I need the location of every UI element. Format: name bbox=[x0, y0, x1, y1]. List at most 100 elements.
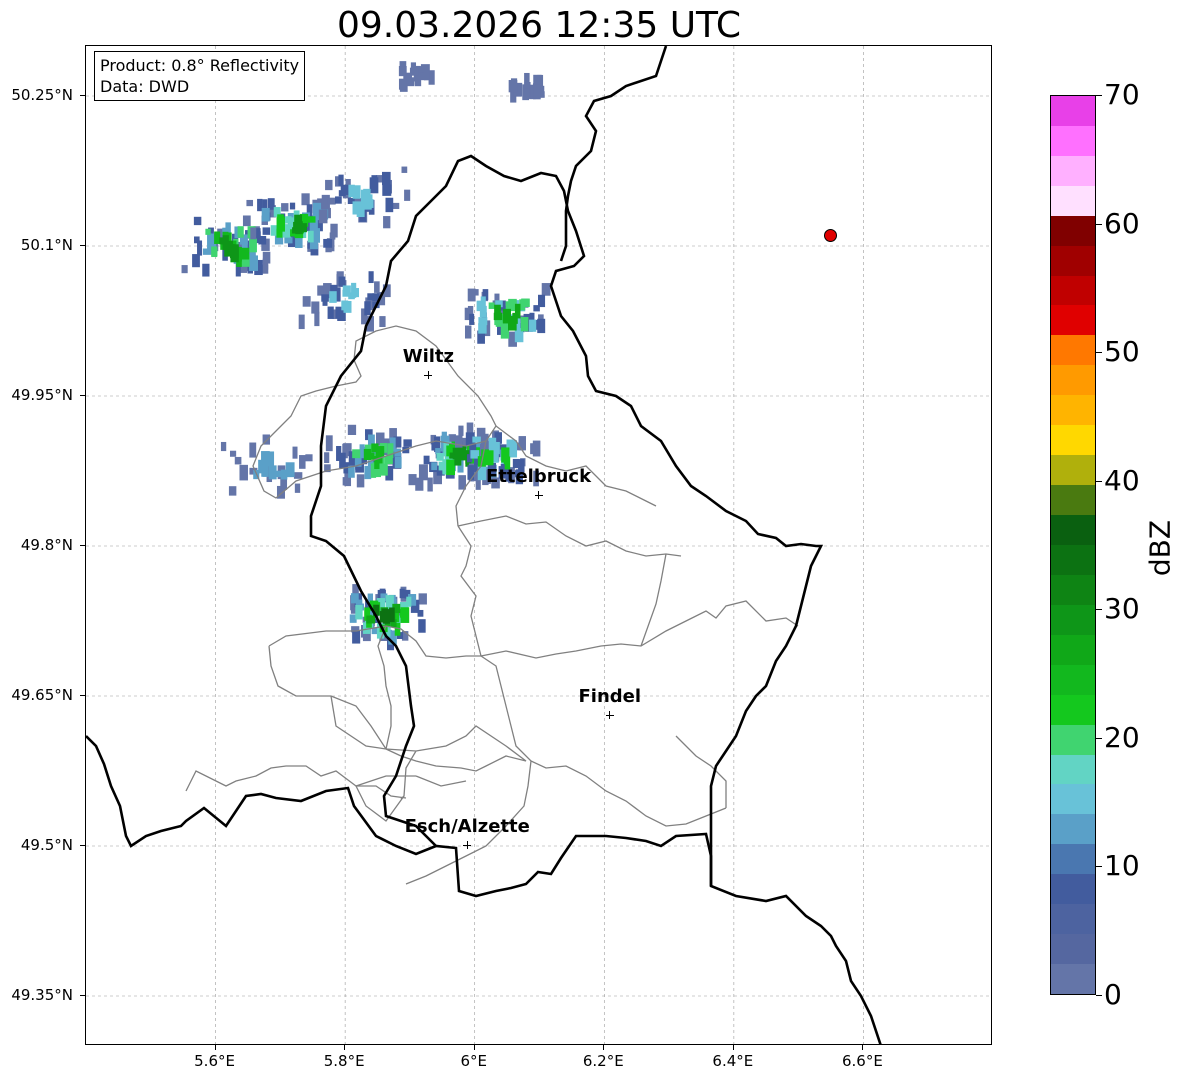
echo-cell bbox=[261, 464, 267, 477]
lat-tick-label: 50.25°N bbox=[11, 86, 73, 104]
lon-tick-label: 6°E bbox=[460, 1052, 487, 1070]
echo-cell bbox=[193, 216, 202, 226]
echo-cell bbox=[202, 263, 210, 277]
colorbar-segment bbox=[1051, 784, 1095, 815]
echo-cell bbox=[219, 237, 228, 245]
lat-tick-mark bbox=[80, 545, 85, 546]
echo-cell bbox=[325, 179, 333, 191]
echo-cell bbox=[404, 189, 411, 201]
echo-cell bbox=[270, 225, 278, 236]
colorbar-segment bbox=[1051, 215, 1095, 246]
colorbar-tick-label: 70 bbox=[1104, 78, 1140, 111]
echo-cell bbox=[330, 223, 338, 238]
colorbar-segment bbox=[1051, 95, 1095, 126]
colorbar-segment bbox=[1051, 125, 1095, 156]
echo-cell bbox=[298, 314, 305, 330]
echo-cell bbox=[401, 166, 408, 173]
district-border-luxembourg bbox=[330, 695, 467, 822]
colorbar-segment bbox=[1051, 814, 1095, 845]
city-marker-icon bbox=[605, 711, 614, 719]
echo-cell bbox=[533, 74, 542, 86]
city-marker-icon bbox=[424, 371, 433, 379]
lon-tick-mark bbox=[603, 1045, 605, 1050]
colorbar-segment bbox=[1051, 664, 1095, 695]
echo-cell bbox=[314, 311, 320, 327]
echo-cell bbox=[352, 201, 362, 215]
colorbar-tick-mark bbox=[1096, 95, 1102, 96]
national-borders bbox=[86, 46, 882, 1044]
lat-lon-grid bbox=[86, 46, 991, 1044]
echo-cell bbox=[476, 300, 482, 312]
echo-cell bbox=[394, 456, 402, 468]
radar-map[interactable] bbox=[85, 45, 992, 1045]
echo-cell bbox=[192, 254, 200, 268]
lat-tick-label: 50.1°N bbox=[20, 236, 73, 254]
echo-cell bbox=[249, 238, 257, 253]
radar-site-marker[interactable] bbox=[824, 229, 838, 242]
echo-cell bbox=[385, 197, 394, 213]
echo-cell bbox=[338, 276, 346, 287]
colorbar-segment bbox=[1051, 155, 1095, 186]
product-info-box: Product: 0.8° Reflectivity Data: DWD bbox=[94, 51, 306, 101]
echo-cell bbox=[427, 477, 433, 492]
echo-cell bbox=[469, 313, 475, 325]
echo-cell bbox=[318, 209, 328, 224]
colorbar-tick-mark bbox=[1096, 480, 1102, 482]
border-belgium-luxembourg bbox=[86, 735, 882, 1044]
colorbar-tick-label: 50 bbox=[1104, 335, 1140, 369]
lon-tick-mark bbox=[862, 1045, 864, 1050]
colorbar-segment bbox=[1051, 964, 1095, 994]
echo-cell bbox=[488, 302, 495, 309]
colorbar-segment bbox=[1051, 874, 1095, 905]
echo-cell bbox=[249, 255, 258, 271]
echo-cell bbox=[338, 174, 344, 186]
echo-cluster bbox=[318, 166, 411, 229]
echo-cell bbox=[324, 452, 330, 464]
lat-tick-label: 49.5°N bbox=[20, 836, 73, 854]
echo-cell bbox=[268, 465, 277, 480]
echo-cell bbox=[458, 425, 464, 436]
echo-cell bbox=[399, 588, 405, 599]
echo-cell bbox=[500, 323, 510, 339]
echo-cell bbox=[338, 190, 346, 197]
city-label: Wiltz bbox=[402, 346, 454, 367]
echo-cell bbox=[380, 463, 388, 476]
echo-cell bbox=[423, 455, 430, 465]
echo-cell bbox=[529, 319, 537, 332]
colorbar-segment bbox=[1051, 904, 1095, 935]
echo-cell bbox=[276, 216, 285, 232]
echo-cell bbox=[330, 284, 338, 292]
echo-cell bbox=[237, 226, 244, 238]
echo-cell bbox=[325, 435, 333, 452]
colorbar-segment bbox=[1051, 425, 1095, 456]
city-label: Findel bbox=[578, 686, 642, 707]
echo-cell bbox=[322, 296, 328, 306]
lon-tick-mark bbox=[344, 1045, 346, 1050]
colorbar-tick-label: 40 bbox=[1104, 463, 1140, 497]
echo-cell bbox=[524, 72, 530, 89]
echo-cell bbox=[454, 454, 462, 466]
echo-cell bbox=[229, 244, 239, 259]
echo-cell bbox=[302, 296, 311, 307]
echo-cell bbox=[234, 456, 242, 465]
echo-cell bbox=[211, 246, 218, 258]
echo-cell bbox=[508, 80, 518, 93]
dbz-colorbar bbox=[1050, 95, 1096, 995]
colorbar-segment bbox=[1051, 185, 1095, 216]
echo-cell bbox=[347, 424, 357, 435]
echo-cell bbox=[472, 436, 481, 443]
echo-cell bbox=[262, 210, 269, 217]
lon-tick-mark bbox=[214, 1045, 216, 1050]
border-germany-belgium bbox=[559, 46, 668, 262]
colorbar-tick-label: 20 bbox=[1104, 720, 1140, 754]
colorbar-segment bbox=[1051, 485, 1095, 515]
echo-cluster bbox=[508, 72, 545, 103]
map-canvas bbox=[86, 46, 991, 1044]
echo-cell bbox=[323, 238, 333, 248]
lat-tick-mark bbox=[80, 995, 85, 996]
echo-cell bbox=[403, 439, 412, 447]
colorbar-segment bbox=[1051, 604, 1095, 635]
echo-cell bbox=[503, 456, 509, 465]
echo-cell bbox=[293, 472, 303, 479]
colorbar-segment bbox=[1051, 515, 1095, 545]
